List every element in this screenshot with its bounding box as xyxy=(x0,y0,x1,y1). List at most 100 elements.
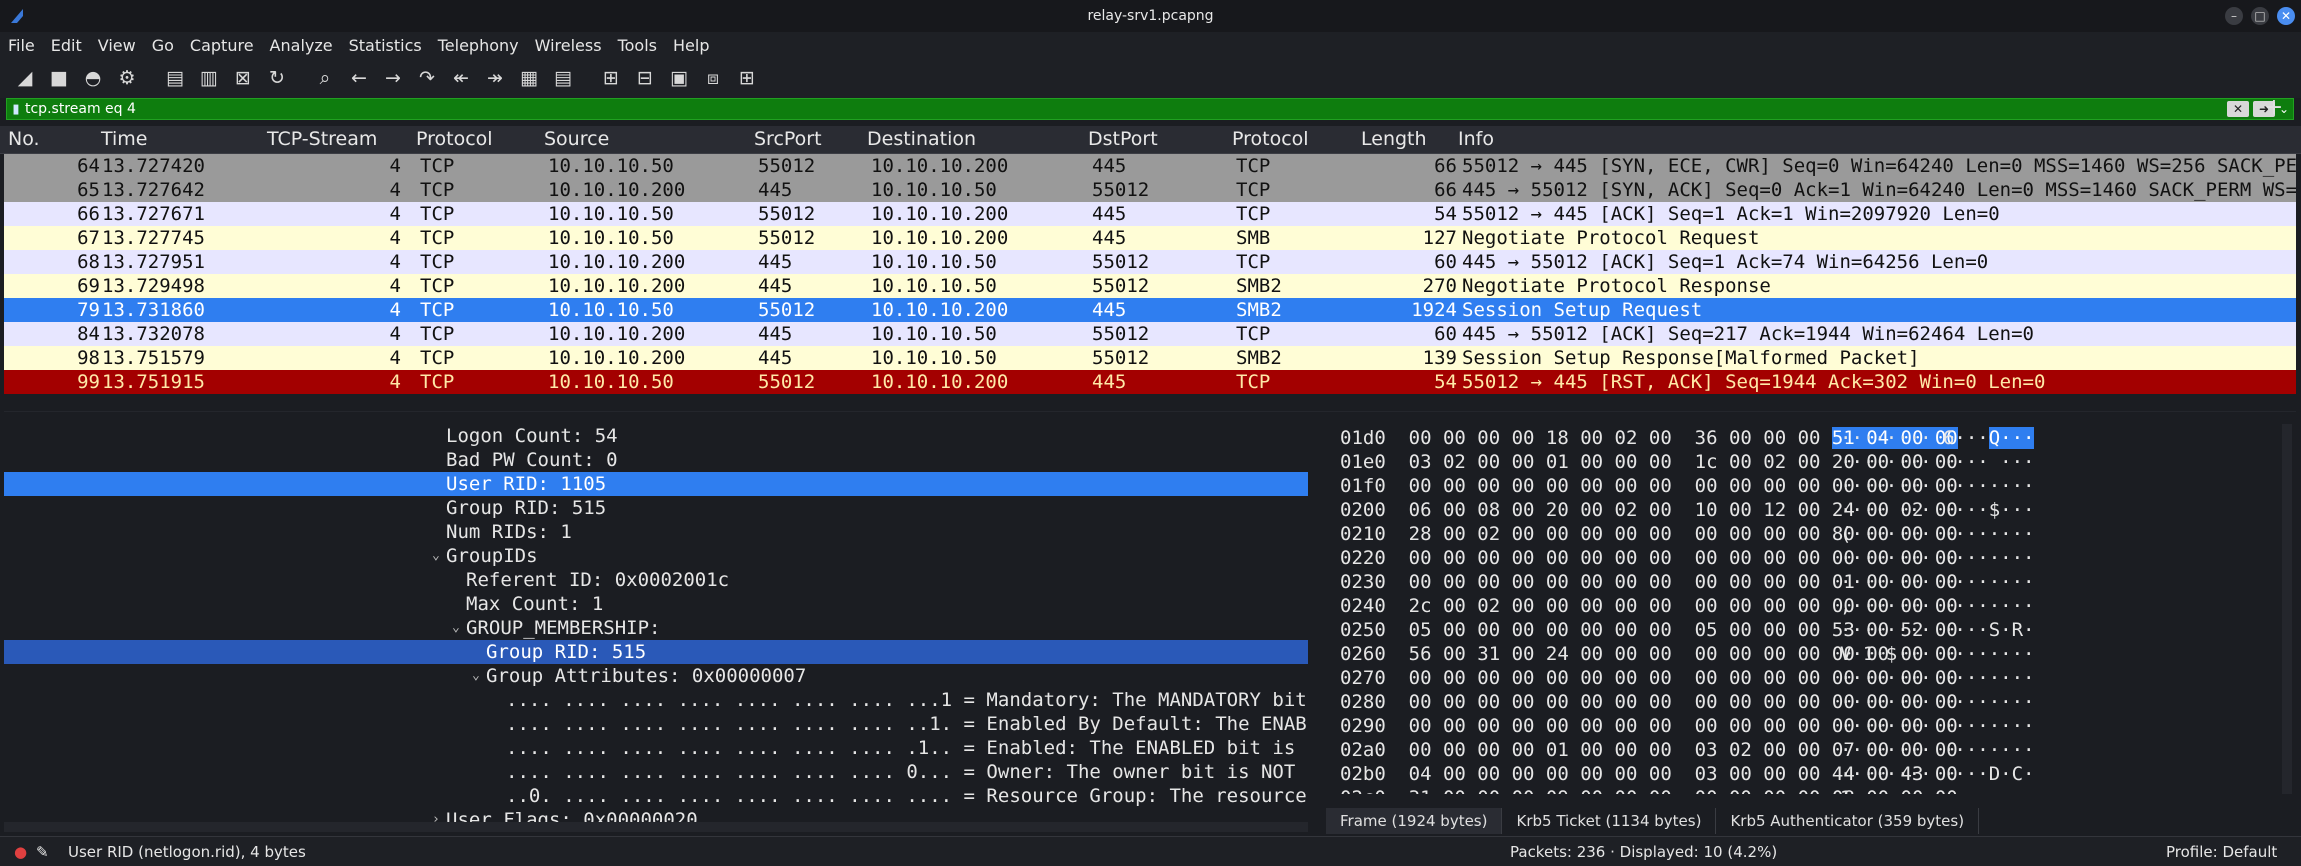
col-tcp-stream[interactable]: TCP-Stream xyxy=(267,128,377,150)
packet-row[interactable]: 99 13.751915 4 TCP 10.10.10.50 55012 10.10.10.… xyxy=(4,370,2296,394)
close-file-icon[interactable]: ⊠ xyxy=(228,63,258,93)
start-capture-icon[interactable]: ◢ xyxy=(10,63,40,93)
hex-row[interactable]: 0240 2c 00 02 00 00 00 00 00 00 00 00 00… xyxy=(1340,594,2280,618)
layout-icon[interactable]: ⊞ xyxy=(732,63,762,93)
detail-tree-item[interactable]: ⌄ GROUP_MEMBERSHIP: xyxy=(4,616,1308,640)
detail-tree-item[interactable]: Referent ID: 0x0002001c xyxy=(4,568,1308,592)
hex-row[interactable]: 0210 28 00 02 00 00 00 00 00 00 00 00 00… xyxy=(1340,522,2280,546)
hex-row[interactable]: 0230 00 00 00 00 00 00 00 00 00 00 00 00… xyxy=(1340,570,2280,594)
hex-row[interactable]: 01f0 00 00 00 00 00 00 00 00 00 00 00 00… xyxy=(1340,474,2280,498)
add-filter-button-icon[interactable]: + xyxy=(2262,96,2286,120)
hex-row[interactable]: 0250 05 00 00 00 00 00 00 00 05 00 00 00… xyxy=(1340,618,2280,642)
tab-frame-bytes[interactable]: Frame (1924 bytes) xyxy=(1326,808,1503,834)
menu-help[interactable]: Help xyxy=(665,36,717,55)
col-protocol-2[interactable]: Protocol xyxy=(1232,128,1309,150)
menu-edit[interactable]: Edit xyxy=(43,36,90,55)
menu-analyze[interactable]: Analyze xyxy=(262,36,341,55)
col-length[interactable]: Length xyxy=(1361,128,1427,150)
detail-tree-item[interactable]: Group RID: 515 xyxy=(4,640,1308,664)
col-source[interactable]: Source xyxy=(544,128,609,150)
details-hscrollbar[interactable] xyxy=(4,822,1308,832)
col-protocol[interactable]: Protocol xyxy=(416,128,493,150)
packet-row[interactable]: 64 13.727420 4 TCP 10.10.10.50 55012 10.10.10.… xyxy=(4,154,2296,178)
hex-row[interactable]: 0260 56 00 31 00 24 00 00 00 00 00 00 00… xyxy=(1340,642,2280,666)
detail-tree-item[interactable]: .... .... .... .... .... .... .... .1.. … xyxy=(4,736,1308,760)
hex-row[interactable]: 01e0 03 02 00 00 01 00 00 00 1c 00 02 00… xyxy=(1340,450,2280,474)
detail-tree-item[interactable]: .... .... .... .... .... .... .... ..1. … xyxy=(4,712,1308,736)
collapse-arrow-icon[interactable]: ⌄ xyxy=(432,544,440,568)
packet-row[interactable]: 98 13.751579 4 TCP 10.10.10.200 445 10.10.10.5… xyxy=(4,346,2296,370)
hex-row[interactable]: 0200 06 00 08 00 20 00 02 00 10 00 12 00… xyxy=(1340,498,2280,522)
capture-options-icon[interactable]: ⚙ xyxy=(112,63,142,93)
menu-capture[interactable]: Capture xyxy=(182,36,262,55)
menu-tools[interactable]: Tools xyxy=(610,36,665,55)
close-button[interactable]: ✕ xyxy=(2277,7,2295,25)
go-forward-icon[interactable]: → xyxy=(378,63,408,93)
save-file-icon[interactable]: ▥ xyxy=(194,63,224,93)
resize-columns-icon[interactable]: ⧈ xyxy=(698,63,728,93)
packet-row[interactable]: 69 13.729498 4 TCP 10.10.10.200 445 10.10.10.5… xyxy=(4,274,2296,298)
find-packet-icon[interactable]: ⌕ xyxy=(310,63,340,93)
restart-capture-icon[interactable]: ◓ xyxy=(78,63,108,93)
autoscroll-icon[interactable]: ▦ xyxy=(514,63,544,93)
menu-telephony[interactable]: Telephony xyxy=(430,36,527,55)
hex-row[interactable]: 02b0 04 00 00 00 00 00 00 00 03 00 00 00… xyxy=(1340,762,2280,786)
collapse-arrow-icon[interactable]: ⌄ xyxy=(452,616,460,640)
detail-tree-item[interactable]: Bad PW Count: 0 xyxy=(4,448,1308,472)
status-profile[interactable]: Profile: Default xyxy=(2166,843,2277,861)
go-to-packet-icon[interactable]: ↷ xyxy=(412,63,442,93)
open-file-icon[interactable]: ▤ xyxy=(160,63,190,93)
bookmark-icon[interactable]: ▮ xyxy=(7,102,25,117)
menu-view[interactable]: View xyxy=(90,36,144,55)
hex-row[interactable]: 0270 00 00 00 00 00 00 00 00 00 00 00 00… xyxy=(1340,666,2280,690)
detail-tree-item[interactable]: User RID: 1105 xyxy=(4,472,1308,496)
last-packet-icon[interactable]: ↠ xyxy=(480,63,510,93)
reload-file-icon[interactable]: ↻ xyxy=(262,63,292,93)
menu-go[interactable]: Go xyxy=(144,36,182,55)
packet-row[interactable]: 65 13.727642 4 TCP 10.10.10.200 445 10.10.10.5… xyxy=(4,178,2296,202)
zoom-in-icon[interactable]: ⊞ xyxy=(596,63,626,93)
packet-row[interactable]: 66 13.727671 4 TCP 10.10.10.50 55012 10.10.10.… xyxy=(4,202,2296,226)
tab-krb5-authenticator[interactable]: Krb5 Authenticator (359 bytes) xyxy=(1716,808,1980,834)
detail-tree-item[interactable]: ⌄ GroupIDs xyxy=(4,544,1308,568)
packet-row[interactable]: 79 13.731860 4 TCP 10.10.10.50 55012 10.10.10.… xyxy=(4,298,2296,322)
hex-row[interactable]: 0220 00 00 00 00 00 00 00 00 00 00 00 00… xyxy=(1340,546,2280,570)
colorize-icon[interactable]: ▤ xyxy=(548,63,578,93)
detail-tree-item[interactable]: Num RIDs: 1 xyxy=(4,520,1308,544)
collapse-arrow-icon[interactable]: ⌄ xyxy=(472,664,480,688)
maximize-button[interactable]: □ xyxy=(2251,7,2269,25)
hex-row[interactable]: 0290 00 00 00 00 00 00 00 00 00 00 00 00… xyxy=(1340,714,2280,738)
hex-row[interactable]: 02c0 31 00 00 00 09 00 00 00 00 00 00 00… xyxy=(1340,786,2280,794)
packet-row[interactable]: 84 13.732078 4 TCP 10.10.10.200 445 10.10.10.5… xyxy=(4,322,2296,346)
detail-tree-item[interactable]: Max Count: 1 xyxy=(4,592,1308,616)
clear-filter-icon[interactable]: ✕ xyxy=(2227,101,2249,117)
detail-tree-item[interactable]: ..0. .... .... .... .... .... .... .... … xyxy=(4,784,1308,808)
detail-tree-item[interactable]: Group RID: 515 xyxy=(4,496,1308,520)
detail-tree-item[interactable]: ⌄ Group Attributes: 0x00000007 xyxy=(4,664,1308,688)
col-info[interactable]: Info xyxy=(1458,128,1494,150)
detail-tree-item[interactable]: Logon Count: 54 xyxy=(4,424,1308,448)
col-time[interactable]: Time xyxy=(101,128,148,150)
menu-statistics[interactable]: Statistics xyxy=(341,36,430,55)
hex-row[interactable]: 02a0 00 00 00 00 01 00 00 00 03 02 00 00… xyxy=(1340,738,2280,762)
tab-krb5-ticket[interactable]: Krb5 Ticket (1134 bytes) xyxy=(1502,808,1717,834)
pane-splitter[interactable] xyxy=(0,412,2301,422)
col-destination[interactable]: Destination xyxy=(867,128,976,150)
packet-row[interactable]: 67 13.727745 4 TCP 10.10.10.50 55012 10.10.10.… xyxy=(4,226,2296,250)
detail-tree-item[interactable]: .... .... .... .... .... .... .... ...1 … xyxy=(4,688,1308,712)
first-packet-icon[interactable]: ↞ xyxy=(446,63,476,93)
hex-row[interactable]: 01d0 00 00 00 00 18 00 02 00 36 00 00 00… xyxy=(1340,426,2280,450)
packet-row[interactable]: 68 13.727951 4 TCP 10.10.10.200 445 10.10.10.5… xyxy=(4,250,2296,274)
display-filter-input[interactable] xyxy=(25,101,2227,117)
menu-wireless[interactable]: Wireless xyxy=(527,36,610,55)
hex-row[interactable]: 0280 00 00 00 00 00 00 00 00 00 00 00 00… xyxy=(1340,690,2280,714)
col-srcport[interactable]: SrcPort xyxy=(754,128,822,150)
normal-size-icon[interactable]: ▣ xyxy=(664,63,694,93)
zoom-out-icon[interactable]: ⊟ xyxy=(630,63,660,93)
expert-info-icon[interactable]: ● xyxy=(14,843,27,861)
col-dstport[interactable]: DstPort xyxy=(1088,128,1158,150)
menu-file[interactable]: File xyxy=(0,36,43,55)
stop-capture-icon[interactable]: ■ xyxy=(44,63,74,93)
edit-comment-icon[interactable]: ✎ xyxy=(36,843,49,861)
minimize-button[interactable]: – xyxy=(2225,7,2243,25)
